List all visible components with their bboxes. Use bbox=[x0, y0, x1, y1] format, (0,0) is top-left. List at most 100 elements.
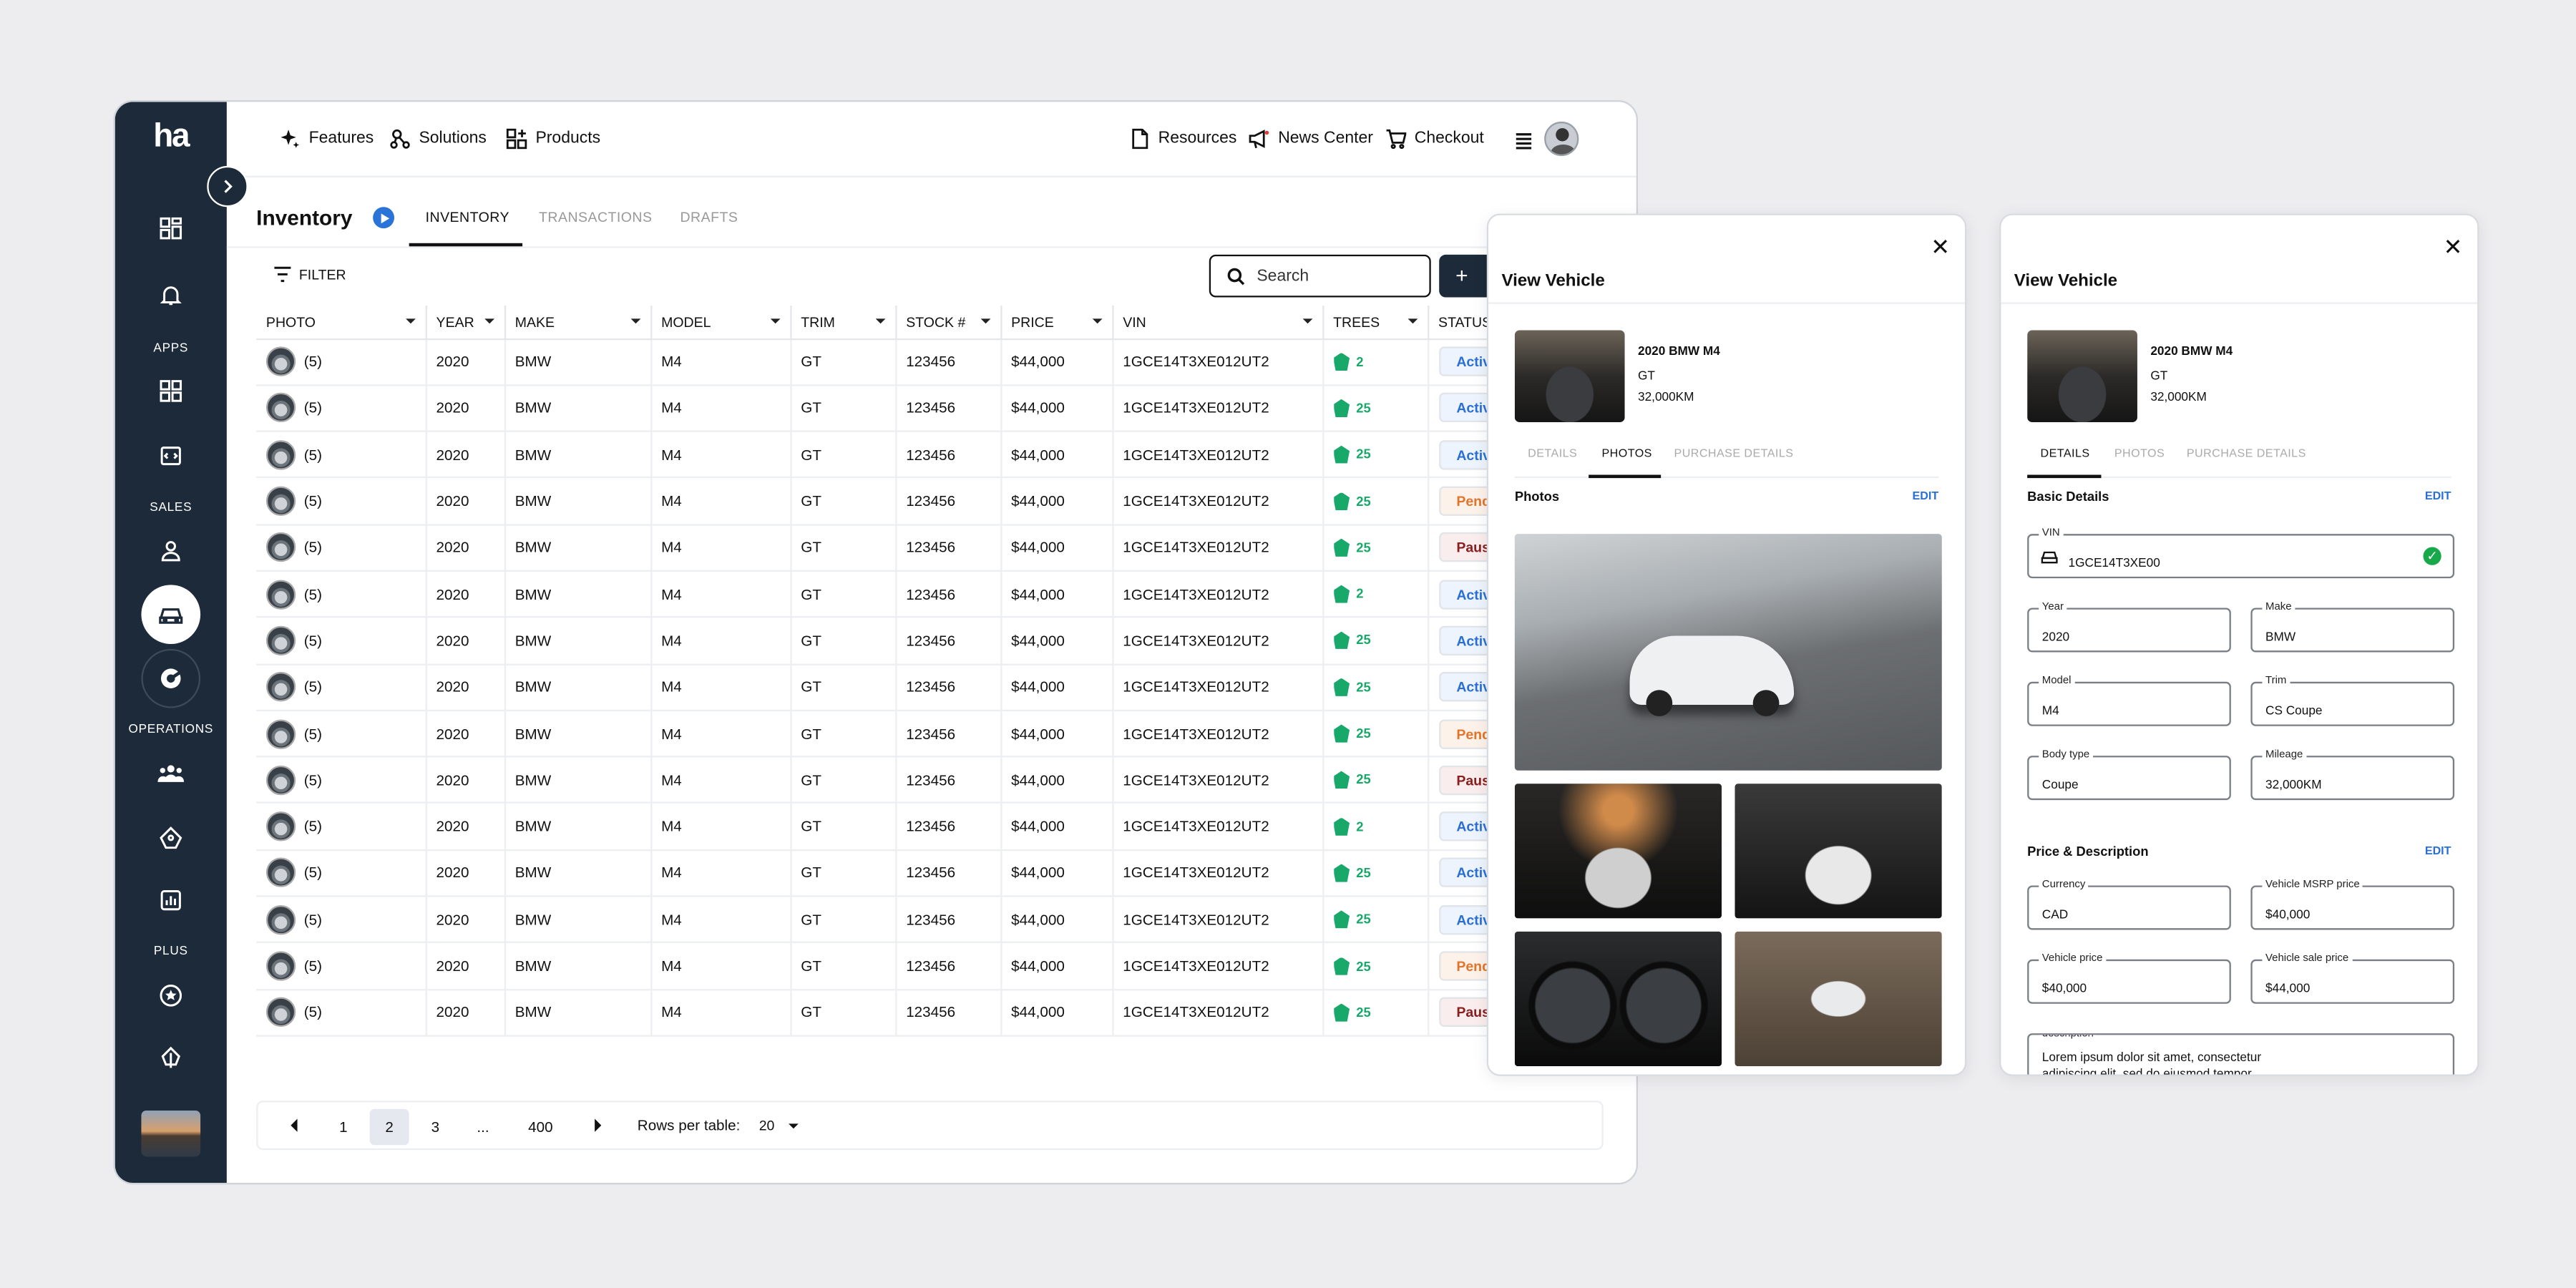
sidebar-item-vehicles[interactable] bbox=[141, 585, 201, 644]
vin-field[interactable]: VIN 1GCE14T3XE00 ✓ bbox=[2027, 527, 2455, 579]
vehicle-photo-rear[interactable] bbox=[1514, 784, 1722, 919]
sort-arrow-icon[interactable] bbox=[484, 318, 494, 324]
user-icon[interactable] bbox=[138, 527, 204, 573]
sidebar-thumbnail-image[interactable] bbox=[141, 1111, 201, 1157]
sort-arrow-icon[interactable] bbox=[404, 318, 415, 324]
tag-icon[interactable] bbox=[138, 815, 204, 861]
avatar[interactable] bbox=[1544, 121, 1579, 157]
table-row[interactable]: (5) 2020 BMW M4 GT 123456 $44,000 1GCE14T3XE012… bbox=[256, 896, 1523, 944]
column-header[interactable]: MODEL bbox=[650, 306, 791, 340]
sort-arrow-icon[interactable] bbox=[630, 318, 640, 324]
make-field[interactable]: Make BMW bbox=[2250, 601, 2455, 653]
vehicle-photo-main[interactable] bbox=[1514, 534, 1942, 771]
vehicle-photo-top[interactable] bbox=[1735, 931, 1942, 1067]
report-icon[interactable] bbox=[138, 877, 204, 923]
column-header[interactable]: MAKE bbox=[504, 306, 652, 340]
close-icon[interactable]: ✕ bbox=[2444, 233, 2463, 261]
table-row[interactable]: (5) 2020 BMW M4 GT 123456 $44,000 1GCE14T3XE012… bbox=[256, 524, 1525, 572]
tab-transactions[interactable]: TRANSACTIONS bbox=[539, 209, 652, 225]
prev-page-button[interactable] bbox=[274, 1109, 313, 1146]
table-row[interactable]: (5) 2020 BMW M4 GT 123456 $44,000 1GCE14T3XE012… bbox=[256, 989, 1525, 1037]
sort-arrow-icon[interactable] bbox=[769, 318, 780, 324]
page-2[interactable]: 2 bbox=[369, 1108, 409, 1146]
vehicle-photo-thumbnail[interactable] bbox=[265, 718, 296, 748]
vehicle-photo-thumbnail[interactable] bbox=[265, 951, 296, 981]
nav-resources[interactable]: Resources bbox=[1128, 128, 1236, 150]
table-row[interactable]: (5) 2020 BMW M4 GT 123456 $44,000 1GCE14T3XE012… bbox=[256, 477, 1530, 525]
chevron-down-icon[interactable] bbox=[789, 1123, 799, 1129]
bell-icon[interactable] bbox=[138, 273, 204, 318]
sale-price-field[interactable]: Vehicle sale price $44,000 bbox=[2250, 952, 2455, 1004]
sort-arrow-icon[interactable] bbox=[980, 318, 990, 324]
vehicle-photo-thumbnail[interactable] bbox=[265, 811, 296, 841]
column-header[interactable]: YEAR bbox=[425, 306, 505, 340]
description-field[interactable]: description Lorem ipsum dolor sit amet, c… bbox=[2027, 1033, 2455, 1075]
page-3[interactable]: 3 bbox=[416, 1109, 455, 1146]
sort-arrow-icon[interactable] bbox=[1091, 318, 1102, 324]
vehicle-photo-thumbnail[interactable] bbox=[265, 486, 296, 516]
table-row[interactable]: (5) 2020 BMW M4 GT 123456 $44,000 1GCE14T3XE012… bbox=[256, 710, 1530, 758]
table-row[interactable]: (5) 2020 BMW M4 GT 123456 $44,000 1GCE14T3XE012… bbox=[256, 384, 1523, 433]
play-icon[interactable] bbox=[373, 207, 395, 229]
nav-checkout[interactable]: Checkout bbox=[1385, 128, 1484, 150]
nav-solutions[interactable]: Solutions bbox=[389, 128, 487, 150]
nav-news-center[interactable]: News Center bbox=[1249, 128, 1373, 150]
nav-products[interactable]: Products bbox=[506, 128, 600, 150]
body-type-field[interactable]: Body type Coupe bbox=[2027, 748, 2231, 801]
tab-inventory[interactable]: INVENTORY bbox=[426, 209, 509, 225]
vehicle-photo-thumbnail[interactable] bbox=[265, 765, 296, 795]
vehicle-photo-dashboard[interactable] bbox=[1514, 931, 1722, 1067]
table-row[interactable]: (5) 2020 BMW M4 GT 123456 $44,000 1GCE14T3XE012… bbox=[256, 617, 1523, 665]
currency-field[interactable]: Currency CAD bbox=[2027, 879, 2231, 930]
edit-basic-details-link[interactable]: EDIT bbox=[2425, 491, 2451, 502]
tab-details[interactable]: DETAILS bbox=[1528, 449, 1577, 460]
vehicle-photo-thumbnail[interactable] bbox=[265, 346, 296, 377]
table-row[interactable]: (5) 2020 BMW M4 GT 123456 $44,000 1GCE14T3XE012… bbox=[256, 338, 1523, 386]
star-icon[interactable] bbox=[138, 972, 204, 1018]
column-header[interactable]: STOCK # bbox=[895, 306, 1002, 340]
sort-arrow-icon[interactable] bbox=[1407, 318, 1418, 324]
trim-field[interactable]: Trim CS Coupe bbox=[2250, 675, 2455, 726]
table-row[interactable]: (5) 2020 BMW M4 GT 123456 $44,000 1GCE14T3XE012… bbox=[256, 756, 1525, 804]
nav-features[interactable]: Features bbox=[279, 128, 374, 150]
next-page-button[interactable] bbox=[578, 1109, 618, 1146]
page-400[interactable]: 400 bbox=[516, 1109, 565, 1146]
tab-photos[interactable]: PHOTOS bbox=[2114, 449, 2165, 460]
table-row[interactable]: (5) 2020 BMW M4 GT 123456 $44,000 1GCE14T3XE012… bbox=[256, 431, 1523, 479]
menu-icon[interactable] bbox=[1513, 130, 1535, 151]
vehicle-price-field[interactable]: Vehicle price $40,000 bbox=[2027, 952, 2231, 1004]
code-calendar-icon[interactable] bbox=[138, 432, 204, 478]
sort-arrow-icon[interactable] bbox=[874, 318, 885, 324]
table-row[interactable]: (5) 2020 BMW M4 GT 123456 $44,000 1GCE14T3XE012… bbox=[256, 803, 1523, 851]
rows-per-table-select[interactable]: 20 bbox=[759, 1117, 775, 1133]
table-row[interactable]: (5) 2020 BMW M4 GT 123456 $44,000 1GCE14T3XE012… bbox=[256, 942, 1530, 990]
vehicle-photo-thumbnail[interactable] bbox=[265, 625, 296, 655]
tab-drafts[interactable]: DRAFTS bbox=[680, 209, 738, 225]
apps-icon[interactable] bbox=[138, 368, 204, 414]
table-row[interactable]: (5) 2020 BMW M4 GT 123456 $44,000 1GCE14T3XE012… bbox=[256, 570, 1523, 618]
collapse-sidebar-button[interactable] bbox=[207, 165, 248, 208]
sort-arrow-icon[interactable] bbox=[1302, 318, 1312, 324]
year-field[interactable]: Year 2020 bbox=[2027, 601, 2231, 653]
vehicle-photo-thumbnail[interactable] bbox=[265, 439, 296, 470]
vehicle-photo-thumbnail[interactable] bbox=[265, 393, 296, 424]
sidebar-item-analytics[interactable] bbox=[141, 648, 201, 708]
msrp-price-field[interactable]: Vehicle MSRP price $40,000 bbox=[2250, 879, 2455, 930]
column-header[interactable]: TREES bbox=[1322, 306, 1429, 340]
model-field[interactable]: Model M4 bbox=[2027, 675, 2231, 726]
edit-photos-link[interactable]: EDIT bbox=[1913, 491, 1939, 502]
app-logo[interactable]: ha bbox=[115, 118, 227, 156]
vehicle-photo-thumbnail[interactable] bbox=[265, 858, 296, 888]
dashboard-icon[interactable] bbox=[138, 205, 204, 251]
team-icon[interactable] bbox=[138, 751, 204, 796]
page-1[interactable]: 1 bbox=[323, 1109, 363, 1146]
tab-photos[interactable]: PHOTOS bbox=[1602, 449, 1652, 460]
close-icon[interactable]: ✕ bbox=[1931, 233, 1950, 261]
vehicle-photo-front[interactable] bbox=[1735, 784, 1942, 919]
column-header[interactable]: PHOTO bbox=[256, 306, 426, 340]
tree-icon[interactable] bbox=[138, 1035, 204, 1080]
vehicle-photo-thumbnail[interactable] bbox=[265, 672, 296, 702]
tab-purchase-details[interactable]: PURCHASE DETAILS bbox=[2187, 449, 2306, 460]
tab-purchase-details[interactable]: PURCHASE DETAILS bbox=[1674, 449, 1794, 460]
table-row[interactable]: (5) 2020 BMW M4 GT 123456 $44,000 1GCE14T3XE012… bbox=[256, 849, 1523, 897]
